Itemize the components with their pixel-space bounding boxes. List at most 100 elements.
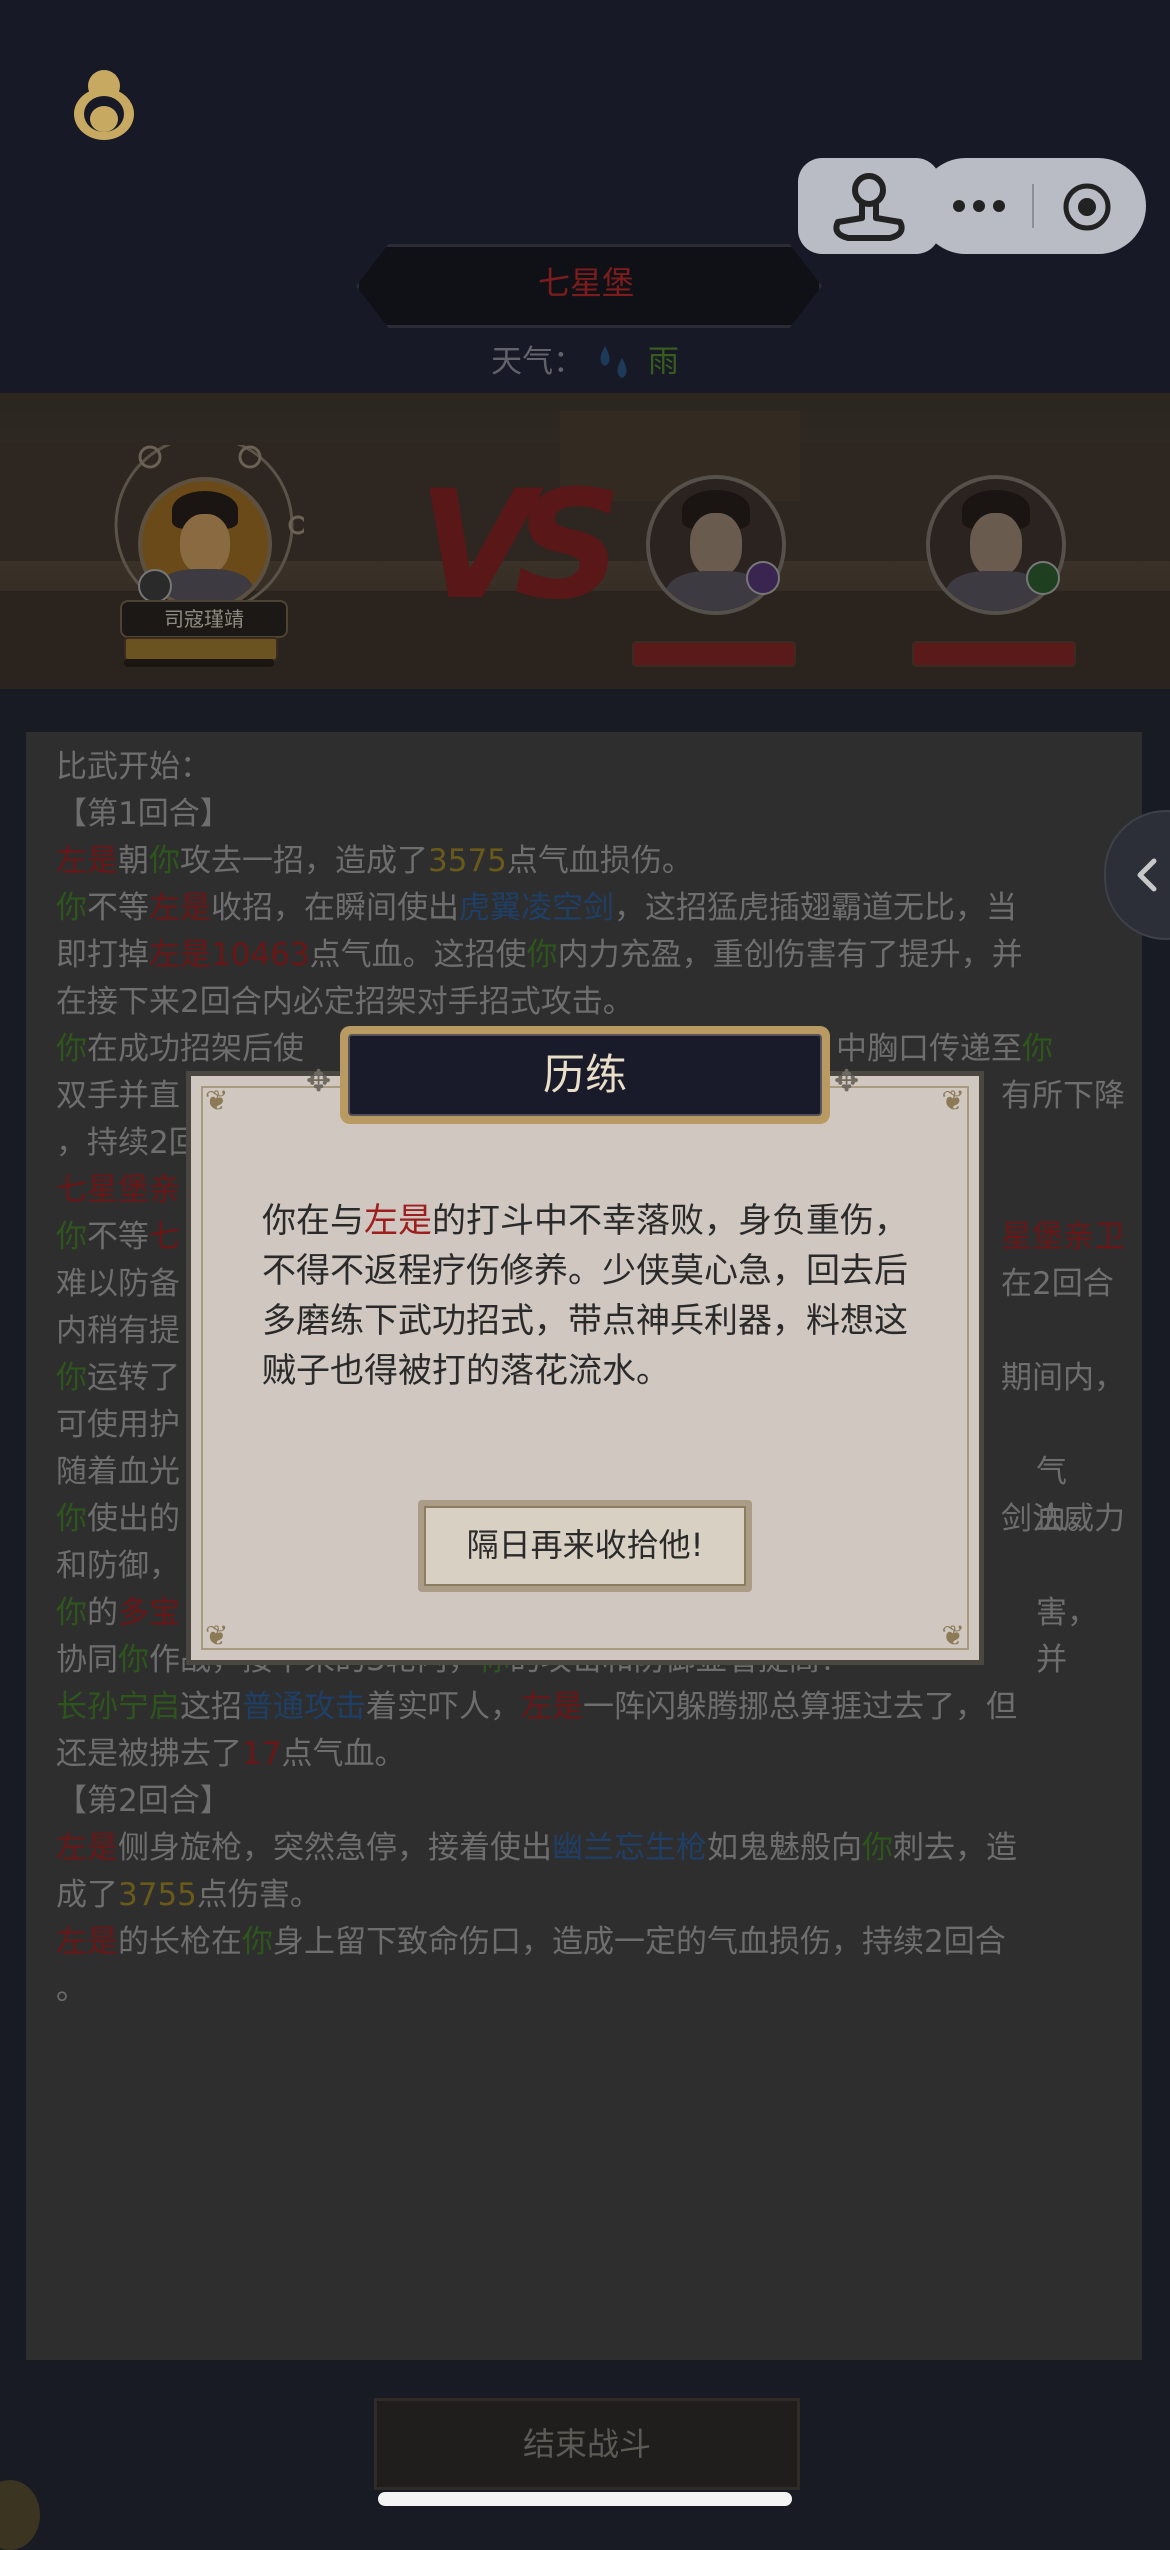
log-name-enemy: 多宝 (118, 1595, 180, 1631)
location-name: 七星堡 (537, 264, 634, 302)
title-wing-left-icon: ✥ (306, 1064, 332, 1099)
enemy-2-element-badge (1026, 561, 1060, 595)
log-text: 中胸口传递至 (836, 1031, 1022, 1067)
log-text: 这招 (180, 1689, 242, 1725)
player-mp-bar (124, 659, 274, 667)
weather-value: 雨 (647, 344, 679, 380)
confirm-button-label: 隔日再来收拾他! (466, 1526, 704, 1564)
log-name-ally: 你 (56, 890, 87, 926)
log-text: 不等 (87, 1219, 149, 1255)
account-avatar-icon[interactable] (66, 64, 142, 146)
log-number: 3755 (118, 1877, 197, 1913)
log-line: 。 (56, 1971, 87, 2007)
log-text: 的 (87, 1595, 118, 1631)
corner-avatar-icon (0, 2480, 40, 2550)
corner-ornament-icon: ❦ (205, 1084, 229, 1117)
close-target-icon[interactable] (1062, 182, 1112, 232)
battle-banner: 司寇瑾靖 VS (0, 401, 1170, 689)
log-text: 身上留下致命伤口，造成一定的气血损伤，持续2回合 (273, 1924, 1006, 1960)
log-text: 点伤害。 (196, 1877, 321, 1913)
dialog-title-plaque: 历练 (340, 1026, 830, 1124)
log-text: 侧身旋枪，突然急停，接着使出 (118, 1830, 552, 1866)
log-line: 你不等左是收招，在瞬间使出虎翼凌空剑，这招猛虎插翅霸道无比，当 (56, 885, 1126, 932)
log-text: 着实吓人， (366, 1689, 521, 1725)
corner-ornament-icon: ❦ (205, 1619, 229, 1652)
log-name-ally: 你 (118, 1642, 149, 1678)
log-text: 收招，在瞬间使出 (211, 890, 459, 926)
log-text: 攻去一招，造成了 (180, 843, 428, 879)
log-name-enemy: 七星堡亲 (56, 1172, 180, 1208)
log-name-enemy: 七 (149, 1219, 180, 1255)
vs-emblem: VS (418, 459, 622, 633)
log-name-enemy: 左是 (56, 843, 118, 879)
log-number: 3575 (428, 843, 507, 879)
log-name-ally: 你 (56, 1501, 87, 1537)
log-name-ally: 你 (1022, 1031, 1053, 1067)
log-line: 左是朝你攻去一招，造成了3575点气血损伤。 (56, 838, 1126, 885)
mini-program-capsule (918, 158, 1146, 254)
log-name-enemy: 左是 (149, 890, 211, 926)
weather-row: 天气： 雨 (0, 336, 1170, 384)
log-text: 朝 (118, 843, 149, 879)
end-battle-label: 结束战斗 (522, 2425, 651, 2463)
log-text: 随着血光 (56, 1454, 180, 1490)
end-battle-button[interactable]: 结束战斗 (374, 2398, 800, 2490)
enemy-2-hp-bar (912, 641, 1076, 667)
log-name-enemy: 左是 (56, 1830, 118, 1866)
log-skill: 虎翼凌空剑 (459, 890, 614, 926)
log-text: 的长枪在 (118, 1924, 242, 1960)
log-text: 不等 (87, 890, 149, 926)
log-text: 双手并直 (56, 1078, 180, 1114)
dialog-message: 你在与左是的打斗中不幸落败，身负重伤， 不得不返程疗伤修养。少侠莫心急，回去后 … (262, 1196, 942, 1396)
log-name-ally: 你 (56, 1360, 87, 1396)
log-line: 长孙宁启这招普通攻击着实吓人，左是一阵闪躲腾挪总算捱过去了，但 (56, 1684, 1126, 1731)
header-divider (0, 393, 1170, 401)
player-face (179, 513, 231, 575)
home-indicator[interactable] (378, 2492, 792, 2506)
capsule-divider (1032, 184, 1034, 228)
log-line: 即打掉左是10463点气血。这招使你内力充盈，重创伤害有了提升，并 (56, 932, 1126, 979)
log-text: 使出的 (87, 1501, 180, 1537)
log-start: 比武开始： (56, 749, 211, 785)
log-text: 点气血。这招使 (309, 937, 527, 973)
log-text: 如鬼魅般向 (707, 1830, 862, 1866)
log-text: 剑法威力 (1001, 1501, 1125, 1537)
log-round-2: 【第2回合】 (56, 1783, 231, 1819)
log-name-enemy: 左是 (56, 1924, 118, 1960)
more-dots-icon[interactable] (952, 198, 1006, 214)
chevron-left-icon (1137, 858, 1157, 892)
dialog-title: 历练 (542, 1050, 627, 1099)
log-text: 点气血。 (281, 1736, 406, 1772)
enemy-1-element-badge (746, 561, 780, 595)
log-name-ally: 你 (56, 1031, 87, 1067)
enemy-2-face (969, 513, 1023, 577)
rain-drops-icon (600, 345, 627, 378)
log-line: 左是侧身旋枪，突然急停，接着使出幽兰忘生枪如鬼魅般向你刺去，造 (56, 1825, 1126, 1872)
confirm-button-inner: 隔日再来收拾他! (424, 1506, 746, 1586)
log-name-ally: 你 (526, 937, 558, 973)
log-line: 在接下来2回合内必定招架对手招式攻击。 (56, 984, 634, 1020)
log-name-enemy: 左是 (521, 1689, 583, 1725)
log-text: 在成功招架后使 (87, 1031, 304, 1067)
log-round-1: 【第1回合】 (56, 796, 231, 832)
log-text: 一阵闪躲腾挪总算捱过去了，但 (583, 1689, 1017, 1725)
title-wing-right-icon: ✥ (834, 1064, 860, 1099)
log-skill: 幽兰忘生枪 (552, 1830, 707, 1866)
dialog-line: 多磨练下武功招式，带点神兵利器，料想这 (262, 1301, 908, 1341)
dialog-line: 贼子也得被打的落花流水。 (262, 1351, 670, 1391)
log-text: 刺去，造 (893, 1830, 1017, 1866)
log-text: 内力充盈，重创伤害有了提升，并 (557, 937, 1023, 973)
log-line-tail: 中胸口传递至你 (836, 1026, 1053, 1073)
player-name-tag: 司寇瑾靖 (120, 600, 288, 638)
confirm-button[interactable]: 隔日再来收拾他! (418, 1500, 752, 1592)
dialog-text: 你在与 (262, 1201, 364, 1241)
dialog-title-inner: 历练 (348, 1034, 822, 1116)
weather-label: 天气： (491, 344, 585, 380)
log-text: 有所下降 (1001, 1078, 1125, 1114)
log-line: 左是的长枪在你身上留下致命伤口，造成一定的气血损伤，持续2回合 (56, 1919, 1126, 1966)
log-text: 协同 (56, 1642, 118, 1678)
log-number: 10463 (211, 937, 310, 973)
log-text: ，这招猛虎插翅霸道无比，当 (614, 890, 1017, 926)
log-text: 难以防备 (56, 1266, 180, 1302)
log-text: 还是被拂去了 (56, 1736, 242, 1772)
